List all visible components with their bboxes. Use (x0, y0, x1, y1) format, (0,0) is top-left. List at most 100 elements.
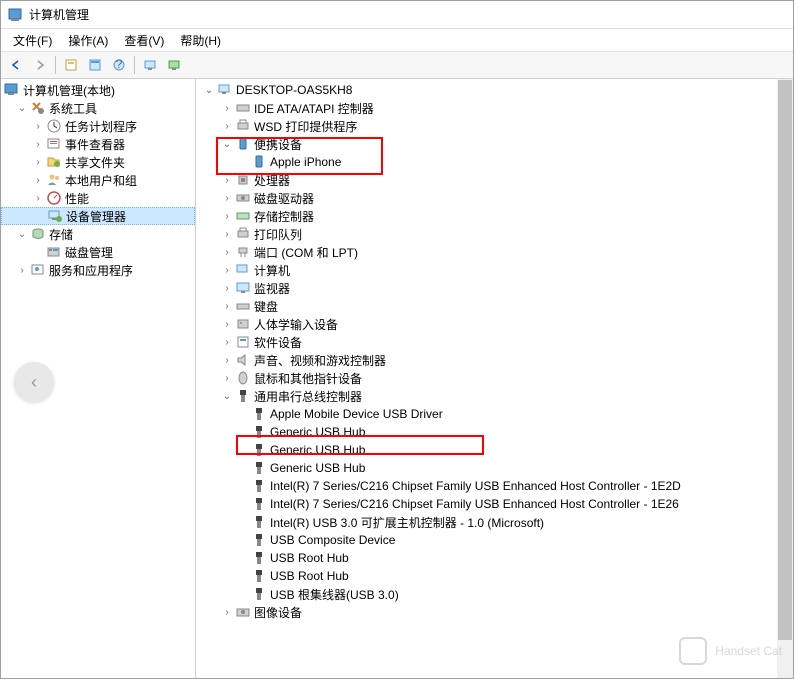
storage-ctrl-icon (235, 208, 251, 224)
expand-icon[interactable]: › (31, 119, 45, 133)
collapse-icon[interactable]: ⌄ (15, 227, 29, 241)
menu-help[interactable]: 帮助(H) (172, 30, 229, 51)
menubar: 文件(F) 操作(A) 查看(V) 帮助(H) (1, 29, 793, 51)
tree-shared-folders[interactable]: › 共享文件夹 (1, 153, 195, 171)
users-icon (46, 172, 62, 188)
expand-icon[interactable]: › (220, 227, 234, 241)
expand-icon[interactable]: › (31, 173, 45, 187)
usb-roothub2[interactable]: USB Root Hub (196, 567, 793, 585)
device-computer[interactable]: › 计算机 (196, 261, 793, 279)
device-mouse[interactable]: › 鼠标和其他指针设备 (196, 369, 793, 387)
help-button[interactable]: ? (108, 54, 130, 76)
usb-composite[interactable]: USB Composite Device (196, 531, 793, 549)
nav-back-float-button[interactable]: ‹ (14, 362, 54, 402)
usb-icon (235, 388, 251, 404)
perf-icon (46, 190, 62, 206)
usb-roothub1[interactable]: USB Root Hub (196, 549, 793, 567)
device-icon-button[interactable] (139, 54, 161, 76)
hid-icon (235, 316, 251, 332)
tree-system-tools[interactable]: ⌄ 系统工具 (1, 99, 195, 117)
expand-icon[interactable]: › (220, 101, 234, 115)
usb-intel2[interactable]: Intel(R) 7 Series/C216 Chipset Family US… (196, 495, 793, 513)
expand-icon[interactable]: › (220, 209, 234, 223)
device-ide[interactable]: › IDE ATA/ATAPI 控制器 (196, 99, 793, 117)
printer-icon (235, 118, 251, 134)
menu-file[interactable]: 文件(F) (5, 30, 60, 51)
back-button[interactable] (5, 54, 27, 76)
collapse-icon[interactable]: ⌄ (15, 101, 29, 115)
usb-intel3[interactable]: Intel(R) USB 3.0 可扩展主机控制器 - 1.0 (Microso… (196, 513, 793, 531)
expand-icon[interactable]: › (31, 191, 45, 205)
tree-local-users[interactable]: › 本地用户和组 (1, 171, 195, 189)
expand-icon[interactable]: › (220, 173, 234, 187)
software-icon (235, 334, 251, 350)
expand-icon[interactable]: › (15, 263, 29, 277)
expand-icon[interactable]: › (220, 335, 234, 349)
expand-icon[interactable]: › (220, 605, 234, 619)
menu-view[interactable]: 查看(V) (116, 30, 172, 51)
expand-icon[interactable]: › (220, 245, 234, 259)
port-icon (235, 244, 251, 260)
usb-icon (251, 514, 267, 530)
collapse-icon[interactable]: ⌄ (220, 389, 234, 403)
scan-button[interactable] (60, 54, 82, 76)
expand-icon[interactable]: › (220, 119, 234, 133)
expand-icon[interactable]: › (220, 299, 234, 313)
device-ports[interactable]: › 端口 (COM 和 LPT) (196, 243, 793, 261)
usb-intel1[interactable]: Intel(R) 7 Series/C216 Chipset Family US… (196, 477, 793, 495)
cpu-icon (235, 172, 251, 188)
expand-icon[interactable]: › (31, 137, 45, 151)
toolbar-separator (55, 56, 56, 74)
usb-apple[interactable]: Apple Mobile Device USB Driver (196, 405, 793, 423)
device-monitor[interactable]: › 监视器 (196, 279, 793, 297)
device-hid[interactable]: › 人体学输入设备 (196, 315, 793, 333)
expand-icon[interactable]: › (220, 191, 234, 205)
expand-icon[interactable]: › (220, 317, 234, 331)
device-usb-controllers[interactable]: ⌄ 通用串行总线控制器 (196, 387, 793, 405)
imaging-icon (235, 604, 251, 620)
tree-event-viewer[interactable]: › 事件查看器 (1, 135, 195, 153)
expand-icon[interactable]: › (220, 353, 234, 367)
services-icon (30, 262, 46, 278)
usb-ghub3[interactable]: Generic USB Hub (196, 459, 793, 477)
device-storage-ctrl[interactable]: › 存储控制器 (196, 207, 793, 225)
usb-ghub1[interactable]: Generic USB Hub (196, 423, 793, 441)
device-imaging[interactable]: › 图像设备 (196, 603, 793, 621)
tree-device-manager[interactable]: 设备管理器 (1, 207, 195, 225)
expand-icon[interactable]: › (220, 263, 234, 277)
tree-root[interactable]: 计算机管理(本地) (1, 81, 195, 99)
clock-icon (46, 118, 62, 134)
svg-text:?: ? (116, 58, 123, 71)
expand-icon[interactable]: › (220, 281, 234, 295)
device-iphone[interactable]: Apple iPhone (196, 153, 793, 171)
forward-button[interactable] (29, 54, 51, 76)
device-wsd[interactable]: › WSD 打印提供程序 (196, 117, 793, 135)
device-portable[interactable]: ⌄ 便携设备 (196, 135, 793, 153)
device-audio[interactable]: › 声音、视频和游戏控制器 (196, 351, 793, 369)
usb-roothub3[interactable]: USB 根集线器(USB 3.0) (196, 585, 793, 603)
refresh-button[interactable] (163, 54, 185, 76)
usb-ghub2[interactable]: Generic USB Hub (196, 441, 793, 459)
usb-icon (251, 496, 267, 512)
device-keyboard[interactable]: › 键盘 (196, 297, 793, 315)
device-printqueue[interactable]: › 打印队列 (196, 225, 793, 243)
device-software[interactable]: › 软件设备 (196, 333, 793, 351)
device-diskdrive[interactable]: › 磁盘驱动器 (196, 189, 793, 207)
scrollbar-vertical[interactable] (777, 79, 793, 678)
tree-storage[interactable]: ⌄ 存储 (1, 225, 195, 243)
tree-performance[interactable]: › 性能 (1, 189, 195, 207)
expand-icon[interactable]: › (220, 371, 234, 385)
expand-icon[interactable]: › (31, 155, 45, 169)
collapse-icon[interactable]: ⌄ (202, 83, 216, 97)
device-root[interactable]: ⌄ DESKTOP-OAS5KH8 (196, 81, 793, 99)
tree-services[interactable]: › 服务和应用程序 (1, 261, 195, 279)
collapse-icon[interactable]: ⌄ (220, 137, 234, 151)
usb-icon (251, 532, 267, 548)
tree-disk-mgmt[interactable]: 磁盘管理 (1, 243, 195, 261)
mouse-icon (235, 370, 251, 386)
properties-button[interactable] (84, 54, 106, 76)
device-processor[interactable]: › 处理器 (196, 171, 793, 189)
menu-action[interactable]: 操作(A) (60, 30, 116, 51)
usb-icon (251, 442, 267, 458)
tree-task-scheduler[interactable]: › 任务计划程序 (1, 117, 195, 135)
